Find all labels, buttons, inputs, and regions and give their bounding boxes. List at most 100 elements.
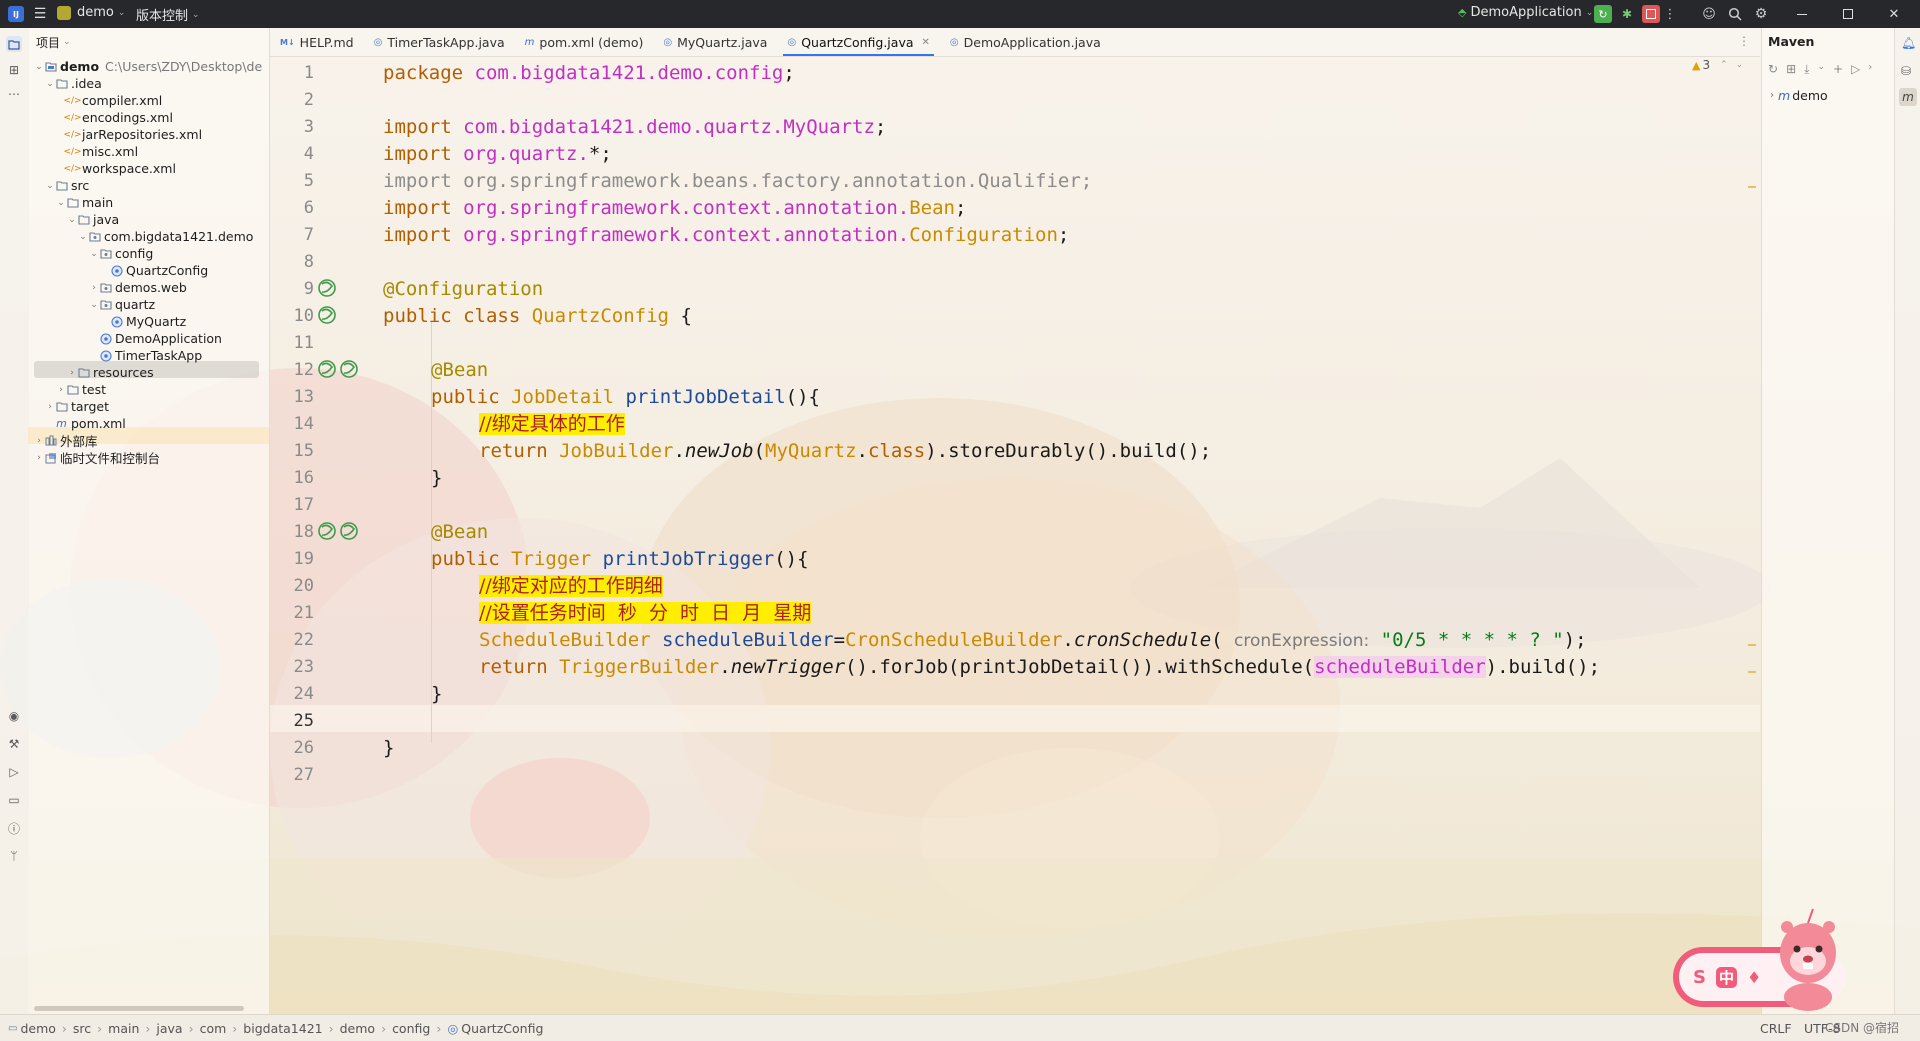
tree-item[interactable]: </> encodings.xml: [56, 109, 173, 126]
tree-item[interactable]: </> misc.xml: [56, 143, 138, 160]
line-number[interactable]: 22: [270, 627, 314, 654]
line-number[interactable]: 8: [270, 249, 314, 276]
line-number[interactable]: 6: [270, 195, 314, 222]
line-separator[interactable]: CRLF: [1760, 1021, 1792, 1036]
breadcrumb-item[interactable]: main: [108, 1021, 139, 1036]
services-tool-icon[interactable]: ◉: [6, 708, 22, 724]
tree-item[interactable]: </> compiler.xml: [56, 92, 162, 109]
restore-window-icon[interactable]: [1836, 5, 1860, 23]
line-number[interactable]: 23: [270, 654, 314, 681]
tree-item[interactable]: </> workspace.xml: [56, 160, 176, 177]
breadcrumb-item[interactable]: QuartzConfig: [461, 1021, 543, 1036]
plus-icon[interactable]: +: [1833, 62, 1843, 77]
tabs-more-icon[interactable]: ⋮: [1738, 34, 1750, 48]
stop-icon[interactable]: [1642, 5, 1660, 23]
editor-tab[interactable]: ◎ TimerTaskApp.java: [364, 28, 515, 56]
build-tool-icon[interactable]: ⚒: [6, 736, 22, 752]
tree-item[interactable]: ⌄ demo C:\Users\ZDY\Desktop\de: [34, 58, 262, 75]
chevron-down-icon[interactable]: ⌄: [89, 300, 99, 310]
user-icon[interactable]: ☺: [1700, 5, 1718, 23]
line-number[interactable]: 19: [270, 546, 314, 573]
line-number[interactable]: 25: [270, 708, 314, 735]
tree-item[interactable]: ⌄ config: [89, 245, 153, 262]
chevron-right-icon[interactable]: ›: [34, 436, 44, 446]
line-number[interactable]: 26: [270, 735, 314, 762]
chevron-right-icon[interactable]: ›: [89, 283, 99, 293]
tree-item[interactable]: › 外部库: [34, 432, 97, 449]
code-editor[interactable]: package com.bigdata1421.demo.config; imp…: [383, 56, 1753, 1014]
close-window-icon[interactable]: ✕: [1882, 5, 1906, 23]
chevron-down-icon[interactable]: ⌄: [1817, 62, 1825, 77]
horizontal-scrollbar[interactable]: [34, 1006, 244, 1011]
vcs-menu[interactable]: 版本控制 ⌄: [136, 5, 200, 24]
breadcrumb-item[interactable]: config: [392, 1021, 430, 1036]
tree-item[interactable]: › target: [45, 398, 109, 415]
tree-item[interactable]: › 临时文件和控制台: [34, 449, 160, 466]
breadcrumb-item[interactable]: com: [200, 1021, 227, 1036]
git-tool-icon[interactable]: ᛘ: [6, 848, 22, 864]
editor-tab[interactable]: M↓ HELP.md: [270, 28, 364, 56]
line-number[interactable]: 4: [270, 141, 314, 168]
breadcrumb-item[interactable]: java: [156, 1021, 182, 1036]
chevron-right-icon[interactable]: ›: [67, 368, 77, 378]
chevron-down-icon[interactable]: ⌄: [1736, 60, 1744, 70]
chevron-down-icon[interactable]: ⌄: [45, 79, 55, 89]
settings-gear-icon[interactable]: ⚙: [1752, 5, 1770, 23]
spring-config-gutter-icon[interactable]: [317, 278, 339, 300]
chevron-right-icon[interactable]: ›: [1868, 62, 1872, 77]
spring-bean-gutter-icon[interactable]: [339, 521, 361, 543]
chevron-down-icon[interactable]: ⌄: [67, 215, 77, 225]
widget-skin-icon[interactable]: ♦: [1747, 968, 1761, 987]
main-menu-icon[interactable]: ☰: [32, 6, 48, 22]
spring-bean-gutter-icon[interactable]: [317, 359, 339, 381]
chevron-down-icon[interactable]: ⌄: [34, 62, 44, 72]
tree-item[interactable]: MyQuartz: [100, 313, 186, 330]
tree-item[interactable]: QuartzConfig: [100, 262, 208, 279]
line-number[interactable]: 17: [270, 492, 314, 519]
rerun-icon[interactable]: ↻: [1594, 5, 1612, 23]
line-number[interactable]: 7: [270, 222, 314, 249]
chevron-right-icon[interactable]: ›: [56, 385, 66, 395]
run-icon[interactable]: ▷: [1851, 62, 1860, 77]
tree-item[interactable]: TimerTaskApp: [89, 347, 202, 364]
tree-item[interactable]: ⌄ src: [45, 177, 89, 194]
project-switcher[interactable]: demo ⌄: [57, 5, 125, 20]
line-number[interactable]: 2: [270, 87, 314, 114]
editor-tab[interactable]: ◎ DemoApplication.java: [940, 28, 1111, 56]
add-project-icon[interactable]: ⊞: [1786, 62, 1796, 77]
breadcrumb-item[interactable]: demo: [20, 1021, 55, 1036]
chevron-down-icon[interactable]: ⌄: [45, 181, 55, 191]
search-icon[interactable]: [1726, 5, 1744, 23]
line-number[interactable]: 13: [270, 384, 314, 411]
run-config-selector[interactable]: ⬘ DemoApplication ⌄: [1458, 5, 1593, 20]
tree-item[interactable]: › test: [56, 381, 106, 398]
download-icon[interactable]: ⤓: [1804, 62, 1809, 77]
line-number[interactable]: 5: [270, 168, 314, 195]
tree-item[interactable]: DemoApplication: [89, 330, 222, 347]
editor-tab[interactable]: m pom.xml (demo): [515, 28, 654, 56]
terminal-tool-icon[interactable]: ▭: [6, 792, 22, 808]
structure-tool-icon[interactable]: ⊞: [6, 62, 22, 78]
tree-item[interactable]: ⌄ quartz: [89, 296, 155, 313]
tree-item[interactable]: ⌄ java: [67, 211, 119, 228]
more-actions-icon[interactable]: ⋮: [1664, 5, 1677, 23]
chevron-right-icon[interactable]: ›: [34, 453, 44, 463]
tree-item[interactable]: › demos.web: [89, 279, 187, 296]
chevron-down-icon[interactable]: ⌄: [89, 249, 99, 259]
run-tool-icon[interactable]: ▷: [6, 764, 22, 780]
line-number[interactable]: 15: [270, 438, 314, 465]
breadcrumb-item[interactable]: src: [73, 1021, 91, 1036]
debug-icon[interactable]: ✱: [1618, 5, 1636, 23]
tree-item[interactable]: ⌄ main: [56, 194, 113, 211]
tree-item[interactable]: m pom.xml: [45, 415, 126, 432]
line-number[interactable]: 11: [270, 330, 314, 357]
input-method-widget[interactable]: S 中 ♦: [1673, 905, 1848, 1017]
breadcrumb-item[interactable]: bigdata1421: [243, 1021, 322, 1036]
project-tool-icon[interactable]: [6, 36, 22, 52]
inspection-widget[interactable]: ▲ 3 ⌃ ⌄: [1692, 58, 1743, 72]
chevron-down-icon[interactable]: ⌄: [78, 232, 88, 242]
reload-icon[interactable]: ↻: [1768, 62, 1778, 77]
editor-tab[interactable]: ◎ MyQuartz.java: [653, 28, 777, 56]
problems-tool-icon[interactable]: ⓘ: [6, 820, 22, 836]
widget-chinese-mode-icon[interactable]: 中: [1715, 966, 1737, 988]
